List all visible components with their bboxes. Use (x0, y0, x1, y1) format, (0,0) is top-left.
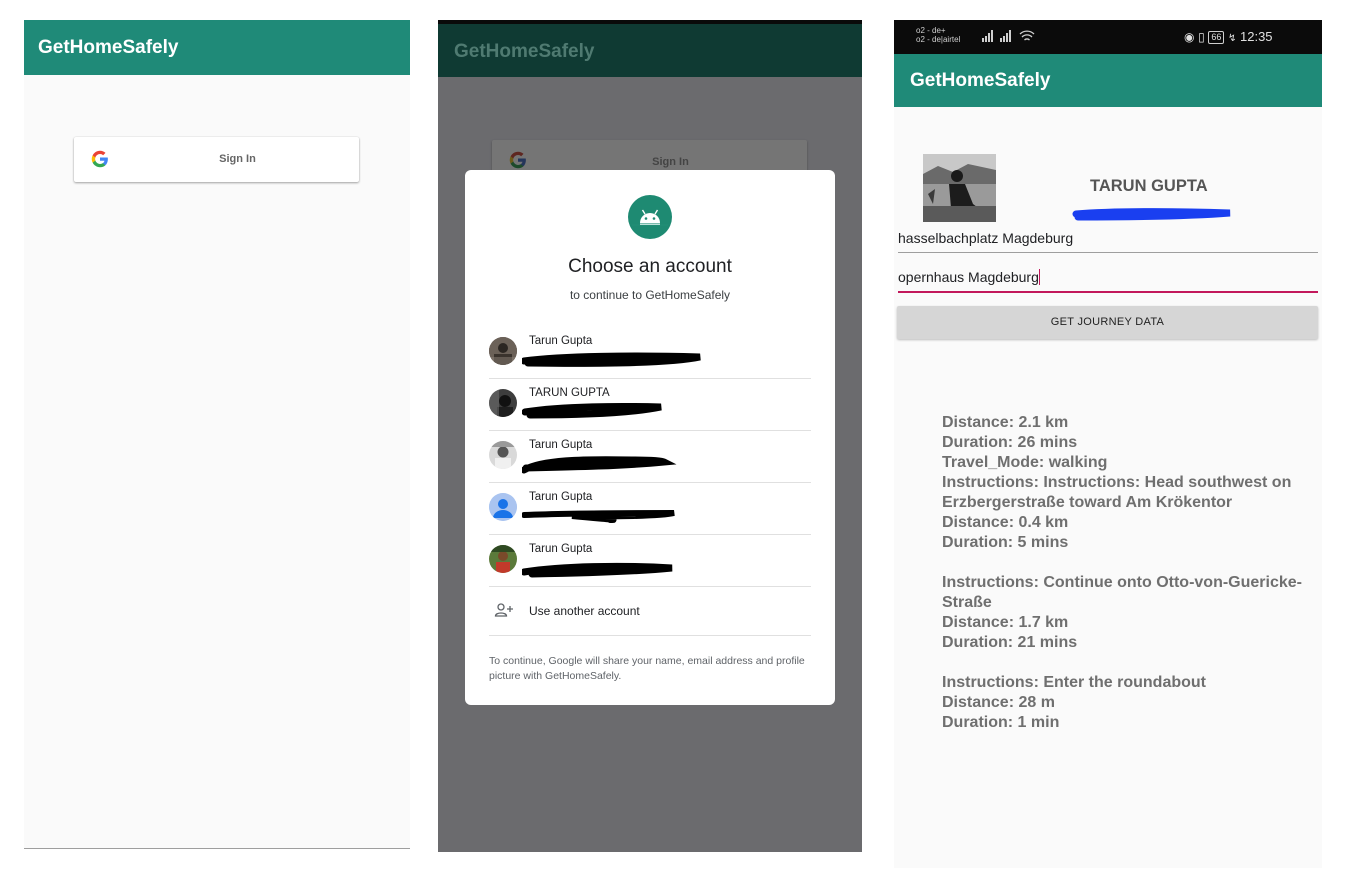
avatar (489, 389, 517, 417)
battery-icon: 66 (1208, 31, 1225, 44)
android-icon (628, 195, 672, 239)
result-line: Duration: 21 mins (942, 634, 1078, 651)
account-name: Tarun Gupta (529, 335, 593, 347)
account-item[interactable]: Tarun Gupta (489, 430, 811, 483)
signal-icon (982, 30, 1035, 42)
account-item[interactable]: Tarun Gupta (489, 534, 811, 587)
result-line: Instructions: Continue onto Otto-von-Gue… (942, 574, 1302, 611)
account-name: Tarun Gupta (529, 439, 593, 451)
journey-screen: o2 - de+ o2 - de|airtel ◉ ▯ 66 ↯ 12:35 G… (894, 20, 1322, 868)
redaction-scribble (522, 510, 675, 523)
choose-account-dialog: Choose an account to continue to GetHome… (465, 170, 835, 705)
redaction-scribble (522, 456, 677, 474)
charging-icon: ↯ (1227, 33, 1237, 44)
result-line: Instructions: Enter the roundabout (942, 674, 1206, 691)
avatar (489, 441, 517, 469)
result-line: Distance: 0.4 km (942, 514, 1069, 531)
account-chooser-screen: GetHomeSafely Sign In Choose an account … (438, 20, 862, 852)
dialog-footer-text: To continue, Google will share your name… (489, 655, 805, 682)
google-sign-in-button[interactable]: Sign In (74, 137, 359, 182)
result-line: Travel_Mode: walking (942, 454, 1108, 471)
account-item[interactable]: Tarun Gupta (489, 482, 811, 535)
sign-in-label: Sign In (219, 153, 256, 165)
profile-name: TARUN GUPTA (1090, 177, 1208, 195)
from-location-input[interactable]: hasselbachplatz Magdeburg (898, 230, 1318, 253)
dialog-subtitle: to continue to GetHomeSafely (569, 288, 731, 302)
result-line: Distance: 28 m (942, 694, 1055, 711)
signal-wifi-icons (982, 29, 1042, 46)
avatar (489, 337, 517, 365)
use-another-account-label: Use another account (529, 604, 640, 618)
result-line: Instructions: Instructions: Head southwe… (942, 474, 1296, 511)
account-item[interactable]: Tarun Gupta (489, 326, 811, 379)
account-name: TARUN GUPTA (529, 387, 610, 399)
app-title: GetHomeSafely (910, 70, 1051, 91)
redaction-scribble (522, 403, 662, 419)
app-title: GetHomeSafely (454, 41, 595, 62)
result-spacer (942, 553, 1320, 573)
app-bar: GetHomeSafely (24, 20, 410, 75)
profile-photo (923, 154, 996, 222)
get-journey-data-button[interactable]: GET JOURNEY DATA (897, 306, 1318, 339)
text-cursor (1038, 269, 1040, 285)
use-another-account-item[interactable]: Use another account (489, 587, 811, 636)
redaction-scribble (522, 352, 701, 367)
result-line: Duration: 1 min (942, 714, 1060, 731)
vibrate-icon: ▯ (1198, 30, 1205, 44)
to-location-input[interactable]: opernhaus Magdeburg (898, 269, 1318, 293)
avatar (489, 545, 517, 573)
result-line: Duration: 5 mins (942, 534, 1069, 551)
result-line: Duration: 26 mins (942, 434, 1078, 451)
status-right: ◉ ▯ 66 ↯ 12:35 (1184, 29, 1273, 44)
account-name: Tarun Gupta (529, 543, 593, 555)
account-item[interactable]: TARUN GUPTA (489, 378, 811, 431)
app-title: GetHomeSafely (38, 37, 179, 58)
carrier-line-1: o2 - de+ (916, 26, 946, 35)
result-spacer (942, 653, 1320, 673)
status-bar: o2 - de+ o2 - de|airtel ◉ ▯ 66 ↯ 12:35 (894, 20, 1322, 54)
sign-in-screen: GetHomeSafely Sign In (24, 20, 410, 849)
app-bar-dimmed: GetHomeSafely (438, 24, 862, 77)
to-location-text: opernhaus Magdeburg (898, 269, 1039, 285)
add-person-icon (494, 603, 513, 617)
app-bar: GetHomeSafely (894, 54, 1322, 107)
carrier-line-2: o2 - de|airtel (916, 35, 961, 44)
account-name: Tarun Gupta (529, 491, 593, 503)
sign-in-label: Sign In (652, 156, 689, 168)
result-line: Distance: 1.7 km (942, 614, 1069, 631)
clock: 12:35 (1240, 29, 1273, 44)
email-redaction-scribble (1072, 208, 1231, 221)
eye-icon: ◉ (1184, 30, 1195, 44)
carrier-text: o2 - de+ o2 - de|airtel (916, 26, 960, 44)
redaction-scribble (522, 562, 673, 578)
journey-results: Distance: 2.1 km Duration: 26 mins Trave… (942, 413, 1320, 733)
result-line: Distance: 2.1 km (942, 414, 1069, 431)
dialog-title: Choose an account (568, 256, 732, 277)
avatar (489, 493, 517, 521)
